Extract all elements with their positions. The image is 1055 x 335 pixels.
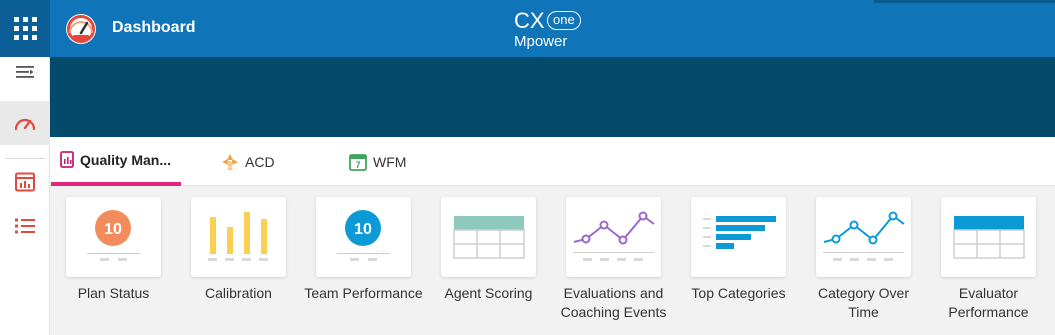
evaluations-coaching-label: Evaluations and Coaching Events (560, 285, 667, 320)
calibration-widget[interactable] (191, 197, 286, 277)
horizontal-bar-chart-icon (703, 216, 776, 249)
evaluations-coaching-widget[interactable] (566, 197, 661, 277)
nav-reports[interactable] (0, 167, 50, 197)
nav-dashboard[interactable] (0, 101, 50, 145)
header-accent-line (874, 0, 1055, 3)
top-categories-widget[interactable] (691, 197, 786, 277)
dashboard-banner (50, 57, 1055, 137)
top-header: Dashboard CX one Mpower (0, 0, 1055, 57)
team-performance-label: Team Performance (304, 285, 423, 301)
plan-status-label: Plan Status (77, 285, 150, 301)
menu-lines-icon (16, 66, 34, 78)
category-over-time-widget[interactable] (816, 197, 911, 277)
evaluator-performance-widget[interactable] (941, 197, 1036, 277)
svg-text:7: 7 (355, 160, 360, 170)
blue-table-icon (953, 216, 1025, 259)
plan-status-badge-count: 10 (104, 221, 122, 238)
brand-logo: CX one Mpower (506, 8, 596, 52)
nav-list[interactable] (0, 211, 50, 241)
team-performance-badge-count: 10 (354, 221, 372, 238)
brand-logo-mpower: Mpower (514, 33, 568, 50)
brand-logo-cx: CX (514, 8, 545, 33)
team-performance-widget[interactable]: 10 (316, 197, 411, 277)
speedometer-icon (14, 118, 36, 131)
agent-scoring-label: Agent Scoring (444, 285, 533, 301)
orange-count-badge: 10 (87, 210, 140, 261)
quality-report-icon (60, 151, 74, 168)
menu-toggle-button[interactable] (0, 57, 50, 87)
calibration-label: Calibration (205, 285, 272, 301)
tab-quality-management[interactable]: Quality Man... (51, 137, 181, 186)
acd-icon (221, 153, 239, 171)
blue-line-chart-icon (823, 211, 905, 261)
report-chart-icon (15, 172, 35, 192)
agent-scoring-widget[interactable] (441, 197, 536, 277)
brand-logo-one: one (547, 11, 581, 30)
calendar-icon: 7 (349, 153, 367, 171)
dashboard-gauge-icon (63, 11, 99, 45)
evaluator-performance-label: Evaluator Performance (948, 285, 1029, 320)
tab-acd[interactable]: ACD (221, 137, 275, 186)
app-launcher-button[interactable] (0, 0, 50, 57)
bulleted-list-icon (15, 218, 35, 234)
dashboard-tabs: Quality Man... ACD 7 WFM (50, 137, 1055, 186)
category-over-time-label: Category Over Time (817, 285, 910, 320)
blue-count-badge: 10 (337, 210, 390, 261)
tab-acd-label: ACD (245, 153, 275, 170)
bar-chart-icon (208, 212, 268, 261)
left-nav-rail (0, 57, 50, 335)
nav-divider (5, 158, 45, 159)
tab-quality-management-label: Quality Man... (80, 151, 172, 168)
tab-wfm[interactable]: 7 WFM (349, 137, 406, 186)
page-title: Dashboard (112, 19, 196, 36)
purple-line-chart-icon (573, 211, 655, 261)
tab-wfm-label: WFM (373, 153, 407, 170)
top-categories-label: Top Categories (691, 285, 786, 301)
grid-icon (13, 17, 37, 40)
teal-table-icon (453, 216, 525, 259)
plan-status-widget[interactable]: 10 (66, 197, 161, 277)
